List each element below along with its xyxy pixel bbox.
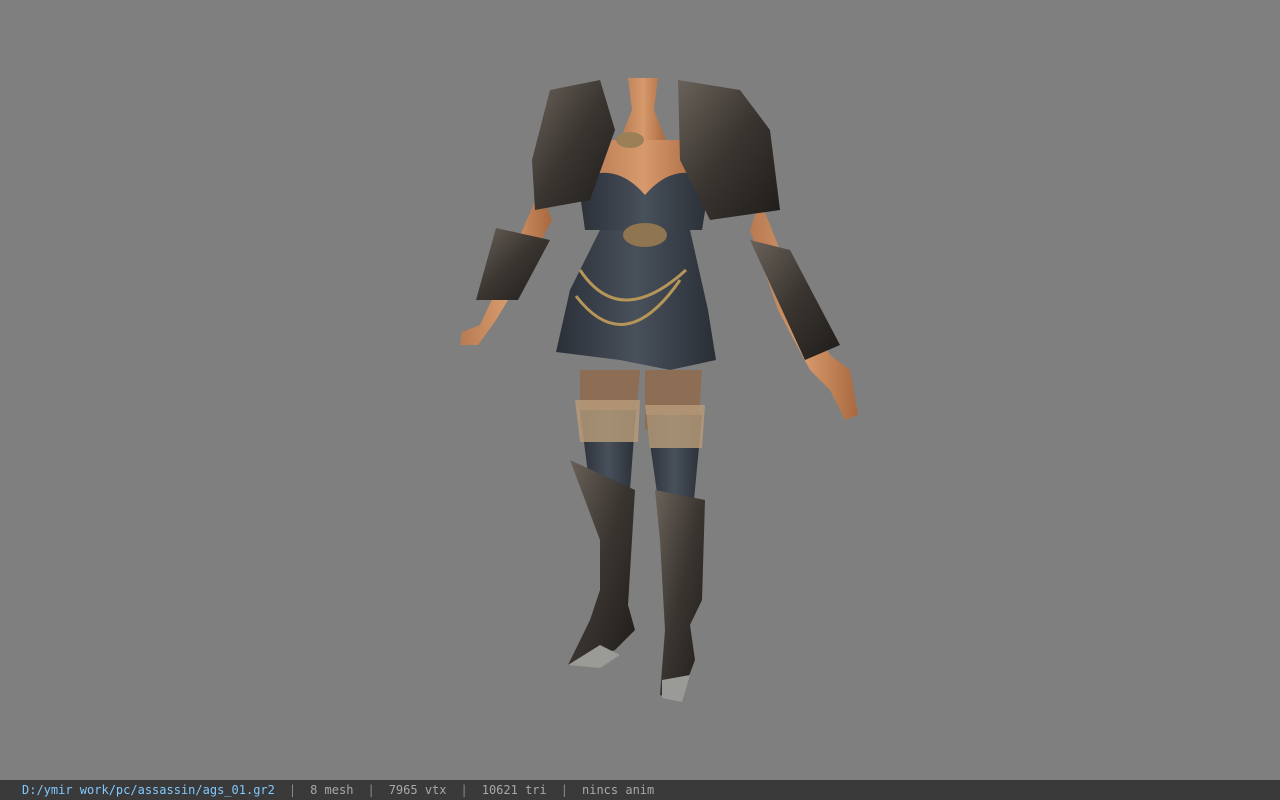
belt-buckle <box>623 223 667 247</box>
separator: | <box>288 783 297 797</box>
left-bracer <box>476 228 550 300</box>
mesh-count: 8 mesh <box>310 783 354 797</box>
triangle-count: 10621 tri <box>481 783 547 797</box>
right-bracer <box>750 240 840 360</box>
3d-viewport[interactable] <box>0 0 1280 780</box>
collar-ornament <box>616 132 644 148</box>
vertex-count: 7965 vtx <box>388 783 447 797</box>
left-garter <box>575 400 640 442</box>
right-garter <box>645 405 705 448</box>
file-path: D:/ymir work/pc/assassin/ags_01.gr2 <box>22 783 275 797</box>
separator: | <box>460 783 468 797</box>
neck <box>620 78 666 140</box>
separator: | <box>560 783 568 797</box>
character-model[interactable] <box>440 70 880 720</box>
left-boot <box>568 460 635 665</box>
right-boot <box>655 490 705 700</box>
separator: | <box>367 783 375 797</box>
animation-status: nincs anim <box>582 783 655 797</box>
status-bar: D:/ymir work/pc/assassin/ags_01.gr2 | 8 … <box>0 780 1280 800</box>
